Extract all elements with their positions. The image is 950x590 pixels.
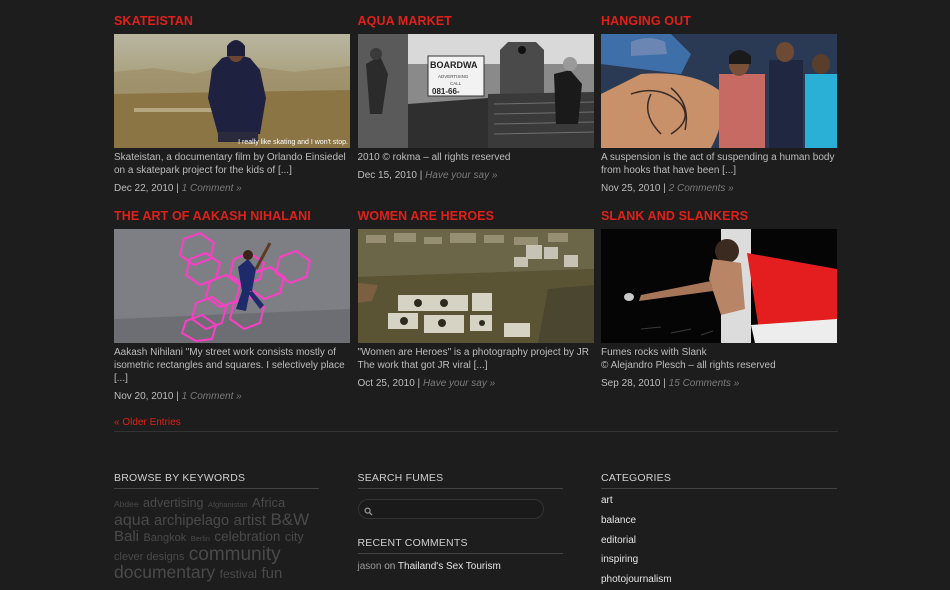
tag-link[interactable]: Africa [252, 495, 285, 510]
tag-link[interactable]: celebration [214, 529, 280, 544]
post-card: WOMEN ARE HEROES "Women are Heroes" is a… [357, 209, 594, 389]
post-title[interactable]: SKATEISTAN [114, 14, 350, 28]
content-wrapper: SKATEISTAN I really like skating and I w… [114, 0, 838, 585]
comments-link[interactable]: Have your say » [423, 378, 495, 389]
post-excerpt: "Women are Heroes" is a photography proj… [357, 347, 589, 371]
tag-link[interactable]: Bangkok [143, 532, 186, 544]
tag-link[interactable]: fun [261, 565, 282, 582]
image-caption: I really like skating and I won't stop. [238, 139, 348, 146]
sign-text: 081-66- [432, 87, 460, 96]
post-title[interactable]: THE ART OF AAKASH NIHALANI [114, 209, 350, 223]
category-item[interactable]: editorial [601, 531, 837, 551]
post-thumbnail[interactable] [357, 229, 594, 343]
widget-underline [357, 488, 563, 489]
post-thumbnail[interactable] [601, 229, 837, 343]
post-meta: Dec 22, 2010 | 1 Comment » [114, 182, 242, 195]
category-item[interactable]: inspiring [601, 550, 837, 570]
tag-link[interactable]: advertising [143, 496, 203, 510]
widget-title: CATEGORIES [601, 472, 672, 484]
widget-title: BROWSE BY KEYWORDS [114, 472, 246, 484]
comments-link[interactable]: 1 Comment » [182, 183, 242, 194]
meta-separator: | [176, 391, 179, 402]
category-item[interactable]: photojournalism [601, 570, 837, 590]
search-widget: SEARCH FUMES RECENT COMMENTS jason on Th… [357, 472, 563, 572]
older-entries-link[interactable]: « Older Entries [114, 417, 181, 428]
tag-link[interactable]: artist [233, 512, 266, 529]
comment-author-link[interactable]: jason [358, 561, 382, 572]
search-box [357, 499, 544, 521]
meta-separator: | [663, 378, 666, 389]
tag-cloud: Abdee advertising Afghanistan Africa aqu… [114, 495, 319, 582]
comments-link[interactable]: 1 Comment » [182, 391, 242, 402]
comment-on-text: on [384, 561, 396, 572]
tag-link[interactable]: archipelago [154, 513, 229, 529]
tag-link[interactable]: documentary [114, 562, 215, 582]
widget-title: RECENT COMMENTS [357, 537, 468, 549]
category-item[interactable]: balance [601, 511, 837, 531]
sign-text: CALL [450, 81, 462, 86]
sign-text: BOARDWA [430, 60, 478, 70]
meta-separator: | [417, 378, 421, 389]
post-meta: Nov 25, 2010 | 2 Comments » [601, 182, 734, 195]
post-thumbnail[interactable]: I really like skating and I won't stop. [114, 34, 350, 148]
post-card: THE ART OF AAKASH NIHALANI Aakash Nihila… [114, 209, 350, 402]
comments-link[interactable]: 15 Comments » [669, 378, 740, 389]
post-grid: SKATEISTAN I really like skating and I w… [114, 0, 838, 410]
post-excerpt: Skateistan, a documentary film by Orland… [114, 152, 346, 176]
post-date: Oct 25, 2010 [357, 378, 415, 389]
post-thumbnail[interactable] [114, 229, 350, 343]
divider [114, 431, 838, 432]
category-list: art balance editorial inspiring photojou… [601, 491, 837, 590]
post-card: SKATEISTAN I really like skating and I w… [114, 14, 350, 194]
post-meta: Sep 28, 2010 | 15 Comments » [601, 377, 739, 390]
post-excerpt: Fumes rocks with Slank © Alejandro Plesc… [601, 347, 776, 371]
post-date: Dec 15, 2010 [357, 170, 418, 181]
post-title[interactable]: HANGING OUT [601, 14, 837, 28]
post-thumbnail[interactable] [601, 34, 837, 148]
post-excerpt: Aakash Nihilani "My street work consists… [114, 347, 345, 384]
post-excerpt: 2010 © rokma – all rights reserved [357, 152, 511, 163]
post-title[interactable]: WOMEN ARE HEROES [358, 209, 594, 223]
tag-link[interactable]: city [285, 530, 304, 544]
category-item[interactable]: art [601, 491, 837, 511]
recent-comment-item: jason on Thailand's Sex Tourism [358, 561, 563, 572]
tag-link[interactable]: Abdee [114, 499, 139, 509]
post-date: Dec 22, 2010 [114, 183, 174, 194]
search-icon[interactable] [363, 503, 373, 521]
widget-title: SEARCH FUMES [357, 472, 444, 484]
post-meta: Nov 20, 2010 | 1 Comment » [114, 390, 242, 403]
search-input[interactable] [376, 501, 541, 517]
browse-keywords-widget: BROWSE BY KEYWORDS Abdee advertising Afg… [114, 472, 319, 582]
post-title[interactable]: SLANK AND SLANKERS [601, 209, 837, 223]
comments-link[interactable]: Have your say » [425, 170, 497, 181]
comment-post-link[interactable]: Thailand's Sex Tourism [398, 561, 501, 572]
tag-link[interactable]: Berlin [191, 534, 210, 543]
meta-separator: | [663, 183, 666, 194]
widget-underline [114, 488, 319, 489]
post-meta: Dec 15, 2010 | Have your say » [358, 169, 498, 182]
tag-link[interactable]: Afghanistan [208, 500, 248, 509]
recent-comments-widget: RECENT COMMENTS jason on Thailand's Sex … [357, 537, 563, 572]
post-date: Nov 25, 2010 [601, 183, 661, 194]
comments-link[interactable]: 2 Comments » [669, 183, 734, 194]
tag-link[interactable]: B&W [270, 510, 309, 529]
post-date: Nov 20, 2010 [114, 391, 174, 402]
tag-link[interactable]: aqua [114, 512, 150, 529]
sign-text: ADVERTISING [438, 74, 469, 79]
post-meta: Oct 25, 2010 | Have your say » [358, 377, 496, 390]
tag-link[interactable]: Bali [114, 528, 139, 545]
post-excerpt: A suspension is the act of suspending a … [601, 152, 835, 176]
widget-underline [357, 553, 563, 554]
post-card: HANGING OUT A suspension is the act of s… [601, 14, 837, 194]
tag-link[interactable]: festival [220, 567, 257, 581]
meta-separator: | [176, 183, 179, 194]
post-card: SLANK AND SLANKERS Fumes rocks with Slan… [601, 209, 837, 389]
widget-underline [601, 488, 837, 489]
meta-separator: | [419, 170, 423, 181]
post-title[interactable]: AQUA MARKET [358, 14, 594, 28]
post-thumbnail[interactable]: BOARDWA ADVERTISING CALL 081-66- [357, 34, 594, 148]
post-card: AQUA MARKET BOARDWA ADVERTISING CALL 081… [357, 14, 594, 181]
post-date: Sep 28, 2010 [601, 378, 661, 389]
categories-widget: CATEGORIES art balance editorial inspiri… [601, 472, 837, 590]
